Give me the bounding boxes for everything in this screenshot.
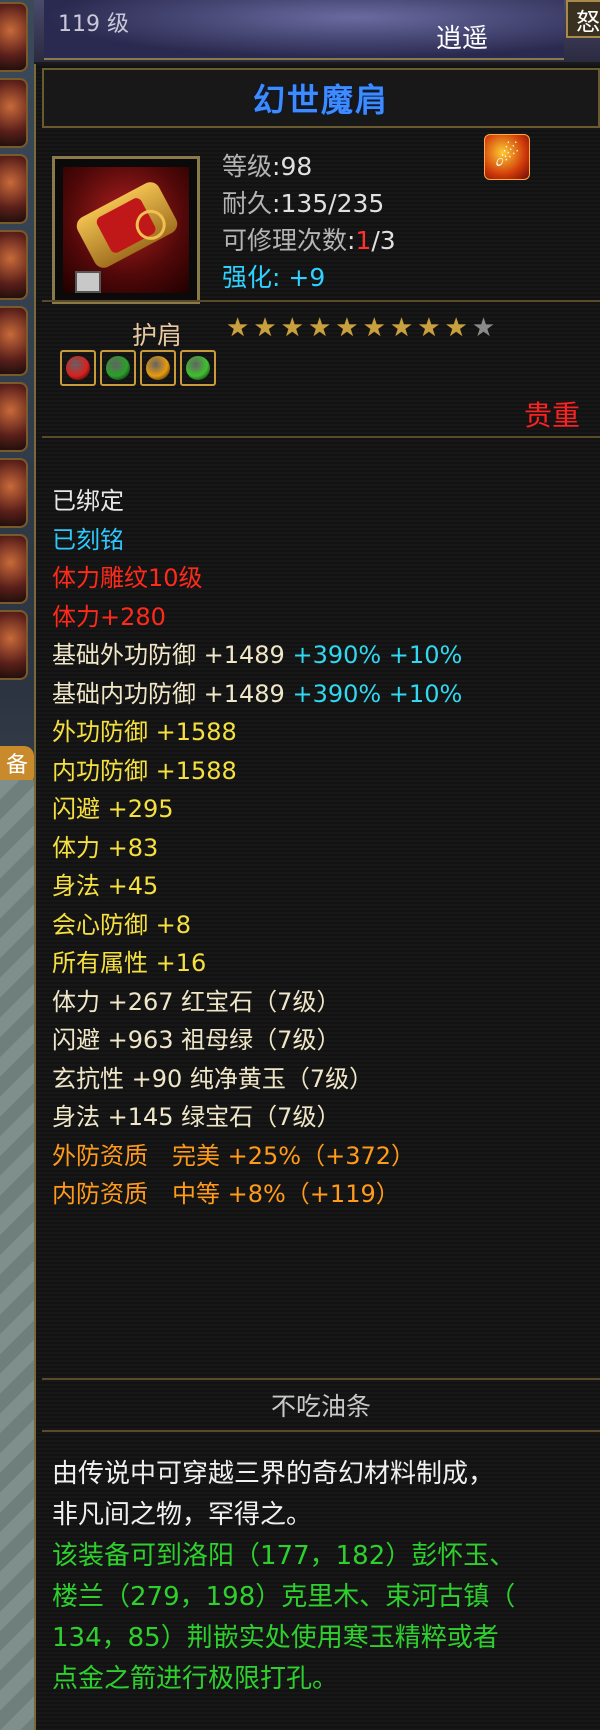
star-icon: ★ bbox=[253, 313, 277, 343]
all-attributes: 所有属性 +16 bbox=[52, 949, 207, 977]
equip-slot-icon[interactable] bbox=[0, 382, 28, 452]
repair-total: /3 bbox=[371, 226, 396, 255]
star-rating: ★ ★ ★ ★ ★ ★ ★ ★ ★ ★ bbox=[226, 314, 495, 342]
carving-level: 体力雕纹10级 bbox=[52, 564, 203, 592]
equip-slot-icon[interactable] bbox=[0, 154, 28, 224]
section-divider bbox=[42, 300, 600, 302]
item-type: 护肩 bbox=[132, 321, 183, 350]
gem-icon bbox=[60, 350, 96, 386]
item-title-bar: 幻世魔肩 bbox=[42, 68, 600, 128]
character-header: 119 级 逍遥 怒 bbox=[34, 0, 600, 62]
description-line: 该装备可到洛阳（177，182）彭怀玉、 bbox=[52, 1541, 516, 1571]
base-inner-defense: 基础内功防御 +1489 +390% +10% bbox=[52, 679, 463, 708]
item-basic-properties: 等级:98 耐久:135/235 可修理次数:1/3 强化: +9 bbox=[222, 152, 396, 292]
left-side-panel: 备 bbox=[0, 0, 34, 1730]
gem-bonus-2: 闪避 +963 祖母绿（7级） bbox=[52, 1026, 341, 1054]
star-icon: ★ bbox=[444, 313, 468, 343]
star-icon: ★ bbox=[226, 313, 250, 343]
inner-defense: 内功防御 +1588 bbox=[52, 756, 237, 785]
gem-bonus-3: 玄抗性 +90 纯净黄玉（7级） bbox=[52, 1064, 374, 1093]
base-outer-defense: 基础外功防御 +1489 +390% +10% bbox=[52, 641, 463, 669]
engraved-status: 已刻铭 bbox=[52, 525, 124, 554]
repair-used: 1 bbox=[355, 226, 372, 255]
equip-slot-icon[interactable] bbox=[0, 230, 28, 300]
gem-sockets bbox=[60, 350, 216, 386]
carving-bonus: 体力+280 bbox=[52, 602, 166, 631]
equip-slot-icon[interactable] bbox=[0, 610, 28, 680]
owner-bar: 不吃油条 bbox=[42, 1378, 600, 1432]
rage-button[interactable]: 怒 bbox=[566, 0, 600, 38]
flame-badge-icon: ☄ bbox=[484, 134, 530, 180]
description-line: 由传说中可穿越三界的奇幻材料制成， bbox=[52, 1459, 495, 1489]
gem-bonus-4: 身法 +145 绿宝石（7级） bbox=[52, 1103, 341, 1131]
star-icon: ★ bbox=[280, 313, 304, 343]
rarity-label: 贵重 bbox=[523, 399, 580, 432]
item-description: 由传说中可穿越三界的奇幻材料制成， 非凡间之物，罕得之。 该装备可到洛阳（177… bbox=[52, 1454, 592, 1700]
gem-bonus-1: 体力 +267 红宝石（7级） bbox=[52, 987, 341, 1016]
bound-status: 已绑定 bbox=[52, 487, 124, 515]
item-tooltip: 幻世魔肩 ☄ 等级:98 耐久:135/235 可修理次数:1/3 强化: +9… bbox=[34, 64, 600, 1730]
description-line: 点金之箭进行极限打孔。 bbox=[52, 1664, 339, 1694]
description-line: 134，85）荆嵌实处使用寒玉精粹或者 bbox=[52, 1623, 499, 1653]
stamina: 体力 +83 bbox=[52, 833, 159, 862]
star-icon: ★ bbox=[417, 313, 441, 343]
star-icon: ★ bbox=[335, 313, 359, 343]
enhance-label: 强化 bbox=[222, 263, 273, 292]
equip-slot-icon[interactable] bbox=[0, 534, 28, 604]
character-name: 逍遥 bbox=[436, 24, 489, 54]
star-icon: ★ bbox=[307, 313, 332, 343]
enhance-value: : +9 bbox=[272, 263, 326, 292]
description-line: 楼兰（279，198）克里木、束河古镇（ bbox=[52, 1582, 516, 1612]
crit-defense: 会心防御 +8 bbox=[52, 910, 192, 939]
gem-icon bbox=[180, 350, 216, 386]
dodge: 闪避 +295 bbox=[52, 795, 174, 823]
equip-slot-icon[interactable] bbox=[0, 458, 28, 528]
agility: 身法 +45 bbox=[52, 872, 159, 900]
gem-icon bbox=[140, 350, 176, 386]
item-name: 幻世魔肩 bbox=[252, 81, 389, 119]
durability-label: 耐久 bbox=[222, 189, 273, 218]
item-icon bbox=[52, 156, 200, 304]
outer-defense: 外功防御 +1588 bbox=[52, 718, 237, 746]
map-background bbox=[0, 780, 34, 1730]
repair-label: 可修理次数 bbox=[222, 226, 348, 255]
star-icon: ★ bbox=[389, 313, 414, 343]
description-line: 非凡间之物，罕得之。 bbox=[52, 1500, 313, 1530]
equip-slot-icon[interactable] bbox=[0, 78, 28, 148]
character-level: 119 级 bbox=[58, 12, 129, 37]
star-icon: ★ bbox=[471, 313, 496, 343]
bind-bag-icon bbox=[75, 271, 101, 293]
durability-value: :135/235 bbox=[272, 189, 385, 218]
quality-inner: 内防资质 中等 +8%（+119） bbox=[52, 1180, 400, 1208]
owner-name: 不吃油条 bbox=[270, 1392, 371, 1421]
level-value: :98 bbox=[272, 152, 313, 181]
level-label: 等级 bbox=[222, 152, 273, 181]
star-icon: ★ bbox=[362, 313, 386, 343]
quality-outer: 外防资质 完美 +25%（+372） bbox=[52, 1141, 415, 1170]
gem-icon bbox=[100, 350, 136, 386]
section-divider bbox=[42, 436, 600, 438]
equip-slot-icon[interactable] bbox=[0, 2, 28, 72]
equip-slot-icon[interactable] bbox=[0, 306, 28, 376]
attribute-list: 已绑定 已刻铭 体力雕纹10级 体力+280 基础外功防御 +1489 +390… bbox=[52, 482, 462, 1214]
